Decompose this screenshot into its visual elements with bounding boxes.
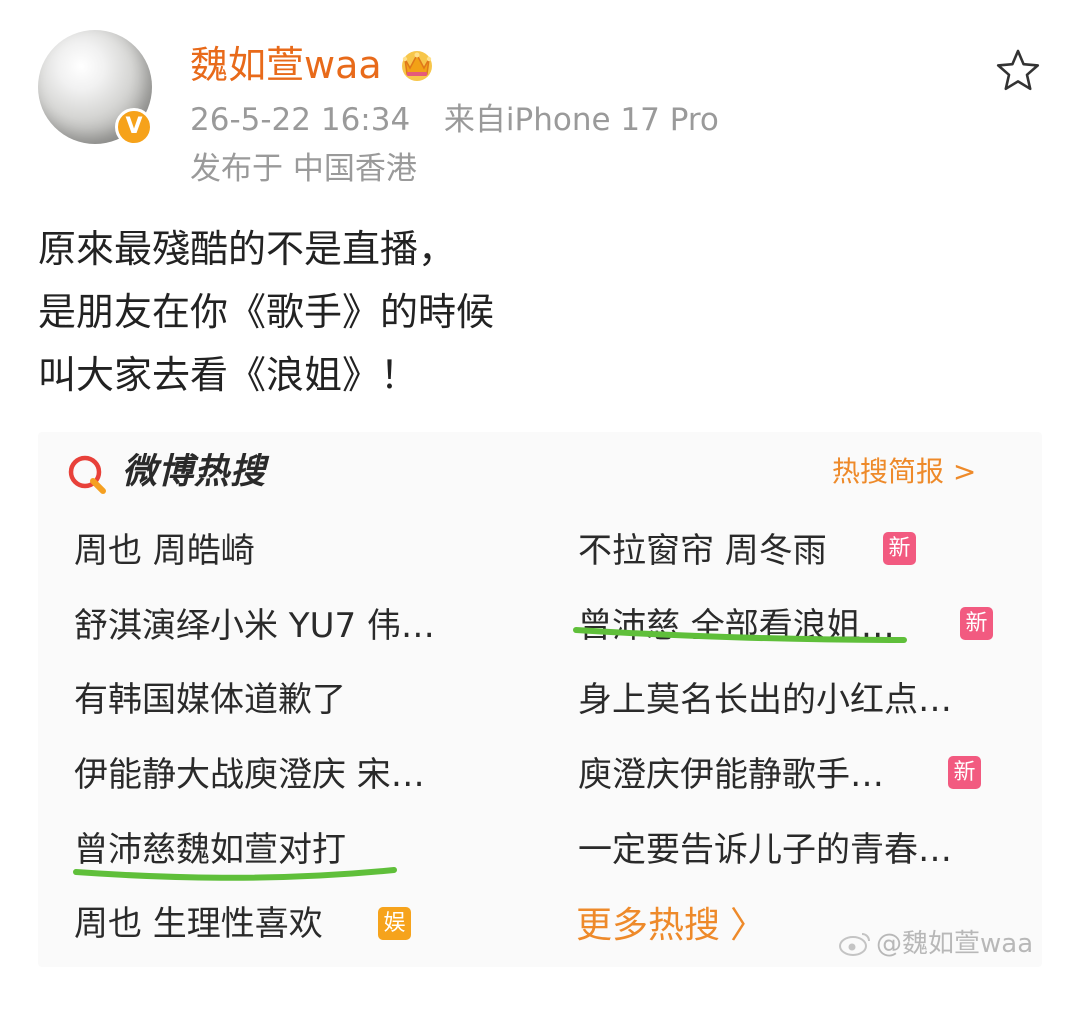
more-hot-search-link[interactable]: 更多热搜〉 bbox=[576, 903, 766, 949]
new-badge: 新 bbox=[948, 756, 981, 789]
highlight-underline bbox=[73, 867, 397, 881]
hot-search-title: 微博热搜 bbox=[122, 452, 267, 492]
post-meta: 26-5-22 16:34 来自iPhone 17 Pro bbox=[190, 98, 719, 142]
hot-search-item[interactable]: 有韩国媒体道歉了 bbox=[74, 678, 346, 722]
star-outline-icon[interactable] bbox=[994, 46, 1042, 94]
new-badge: 新 bbox=[960, 607, 993, 640]
watermark: @魏如萱waa bbox=[876, 929, 1034, 959]
post-source: 来自iPhone 17 Pro bbox=[443, 102, 719, 138]
hot-search-item[interactable]: 舒淇演绎小米 YU7 伟… bbox=[74, 604, 435, 648]
post-text-line-2: 是朋友在你《歌手》的時候 bbox=[38, 290, 495, 334]
post-text-line-1: 原來最殘酷的不是直播， bbox=[38, 227, 457, 271]
hot-search-item[interactable]: 身上莫名长出的小红点… bbox=[578, 678, 952, 722]
verified-badge-icon: V bbox=[115, 108, 153, 146]
post-text-line-3: 叫大家去看《浪姐》！ bbox=[38, 353, 419, 397]
hot-search-item[interactable]: 庾澄庆伊能静歌手… bbox=[578, 753, 884, 797]
post-datetime: 26-5-22 16:34 bbox=[190, 102, 411, 138]
hot-search-item[interactable]: 周也 生理性喜欢 bbox=[74, 902, 323, 946]
hot-search-item[interactable]: 一定要告诉儿子的青春… bbox=[578, 828, 952, 872]
weibo-eye-icon bbox=[839, 933, 870, 956]
hot-search-item[interactable]: 周也 周皓崎 bbox=[74, 529, 255, 573]
hot-search-report-link[interactable]: 热搜简报 > bbox=[832, 454, 976, 490]
chevron-right-icon: 〉 bbox=[730, 905, 767, 946]
username[interactable]: 魏如萱waa bbox=[190, 40, 382, 90]
crown-icon bbox=[402, 51, 432, 81]
hot-search-item[interactable]: 伊能静大战庾澄庆 宋… bbox=[74, 753, 425, 797]
post-location: 发布于 中国香港 bbox=[190, 151, 417, 187]
weibo-search-logo-icon bbox=[68, 455, 106, 494]
more-hot-search-label: 更多热搜 bbox=[576, 905, 721, 946]
entertainment-badge: 娱 bbox=[378, 907, 411, 940]
hot-search-item[interactable]: 不拉窗帘 周冬雨 bbox=[578, 529, 827, 573]
new-badge: 新 bbox=[883, 532, 916, 565]
highlight-underline bbox=[573, 627, 907, 643]
